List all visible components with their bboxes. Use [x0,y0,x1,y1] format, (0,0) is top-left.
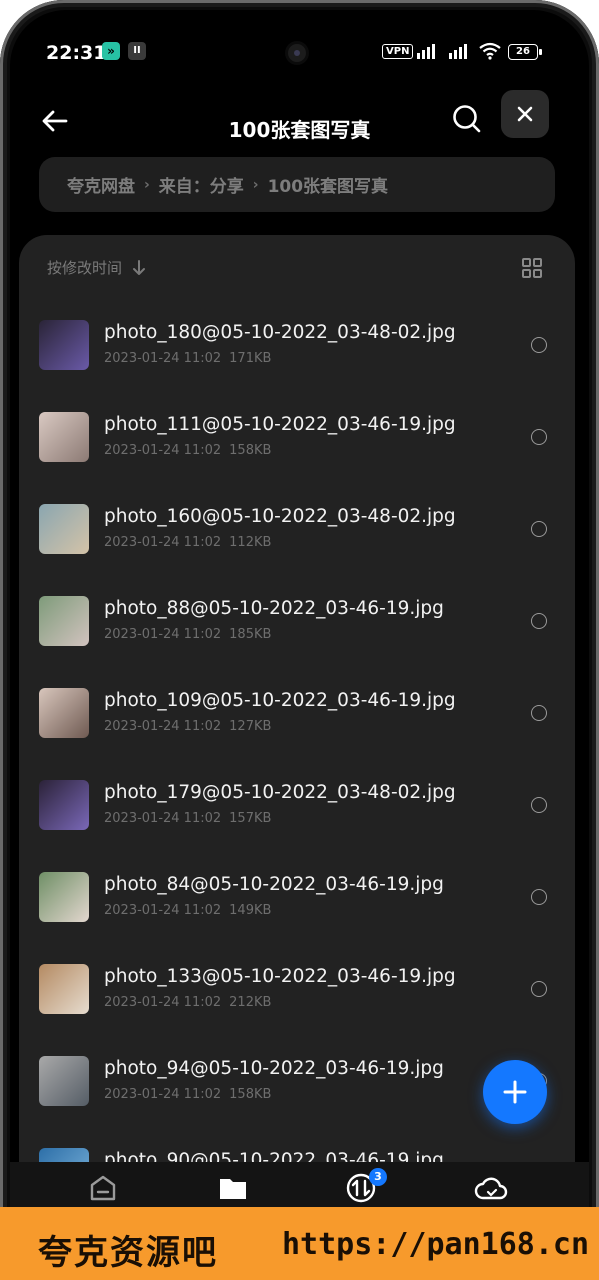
pause-notification-icon: II [128,42,146,60]
file-row[interactable]: photo_180@05-10-2022_03-48-02.jpg 2023-01… [19,297,575,389]
status-bar: 22:31 » II VPN 26 [10,10,589,90]
file-row[interactable]: photo_179@05-10-2022_03-48-02.jpg 2023-01… [19,757,575,849]
image-thumbnail [39,504,89,554]
image-thumbnail [39,780,89,830]
file-name: photo_84@05-10-2022_03-46-19.jpg [104,874,444,895]
select-radio[interactable] [531,705,547,721]
breadcrumb-item[interactable]: 100张套图写真 [268,172,389,197]
file-row[interactable]: photo_109@05-10-2022_03-46-19.jpg 2023-01… [19,665,575,757]
image-thumbnail [39,412,89,462]
file-date: 2023-01-24 11:02 [104,443,222,458]
close-icon [517,106,533,122]
select-radio[interactable] [531,613,547,629]
grid-view-icon[interactable] [521,257,543,279]
file-row[interactable]: photo_84@05-10-2022_03-46-19.jpg 2023-01-… [19,849,575,941]
breadcrumb-item[interactable]: 夸克网盘 [67,172,135,197]
add-button[interactable] [483,1060,547,1124]
file-size: 158KB [229,443,272,458]
close-button[interactable] [501,90,549,138]
screen: 22:31 » II VPN 26 100张套图写真 夸克网盘 › 来自：分享 … [10,10,589,1270]
file-size: 212KB [229,995,272,1010]
watermark-site-name: 夸克资源吧 [38,1233,218,1273]
file-date: 2023-01-24 11:02 [104,627,222,642]
file-name: photo_160@05-10-2022_03-48-02.jpg [104,506,456,527]
file-meta: 2023-01-24 11:02 158KB [104,443,279,458]
file-date: 2023-01-24 11:02 [104,1087,222,1102]
select-radio[interactable] [531,981,547,997]
file-row[interactable]: photo_111@05-10-2022_03-46-19.jpg 2023-01… [19,389,575,481]
file-row[interactable]: photo_88@05-10-2022_03-46-19.jpg 2023-01-… [19,573,575,665]
file-date: 2023-01-24 11:02 [104,719,222,734]
cloud-icon [474,1177,508,1200]
file-meta: 2023-01-24 11:02 171KB [104,351,279,366]
file-date: 2023-01-24 11:02 [104,351,222,366]
select-radio[interactable] [531,429,547,445]
file-name: photo_111@05-10-2022_03-46-19.jpg [104,414,456,435]
top-app-bar: 100张套图写真 [10,90,589,160]
file-date: 2023-01-24 11:02 [104,903,222,918]
breadcrumb: 夸克网盘 › 来自：分享 › 100张套图写真 [39,157,555,212]
signal-icon [417,44,435,59]
file-name: photo_109@05-10-2022_03-46-19.jpg [104,690,456,711]
chevron-right-icon: › [144,176,150,193]
image-thumbnail [39,320,89,370]
file-meta: 2023-01-24 11:02 157KB [104,811,279,826]
file-size: 112KB [229,535,272,550]
transfer-count-badge: 3 [369,1168,387,1186]
folder-icon [220,1179,246,1199]
file-name: photo_179@05-10-2022_03-48-02.jpg [104,782,456,803]
home-icon [90,1175,116,1201]
file-meta: 2023-01-24 11:02 149KB [104,903,279,918]
image-thumbnail [39,964,89,1014]
wifi-icon [479,42,501,60]
file-size: 157KB [229,811,272,826]
watermark-banner: 夸克资源吧 https://pan168.cn [0,1207,599,1280]
battery-icon: 26 [508,44,542,60]
status-time: 22:31 [46,42,107,64]
select-radio[interactable] [531,797,547,813]
select-radio[interactable] [531,337,547,353]
file-date: 2023-01-24 11:02 [104,995,222,1010]
phone-frame: 22:31 » II VPN 26 100张套图写真 夸克网盘 › 来自：分享 … [0,0,599,1280]
breadcrumb-item[interactable]: 来自：分享 [159,172,244,197]
file-meta: 2023-01-24 11:02 185KB [104,627,279,642]
file-meta: 2023-01-24 11:02 158KB [104,1087,279,1102]
arrow-down-icon [133,259,146,275]
file-row[interactable]: photo_133@05-10-2022_03-46-19.jpg 2023-01… [19,941,575,1033]
sort-button[interactable]: 按修改时间 [47,257,146,278]
watermark-url: https://pan168.cn [282,1227,590,1262]
signal-icon [449,44,467,59]
chevron-right-icon: › [252,176,259,193]
image-thumbnail [39,872,89,922]
sort-label: 按修改时间 [47,259,123,277]
file-size: 149KB [229,903,272,918]
app-notification-icon: » [102,42,120,60]
file-row[interactable]: photo_160@05-10-2022_03-48-02.jpg 2023-01… [19,481,575,573]
file-size: 171KB [229,351,272,366]
file-name: photo_180@05-10-2022_03-48-02.jpg [104,322,456,343]
file-meta: 2023-01-24 11:02 127KB [104,719,279,734]
file-meta: 2023-01-24 11:02 212KB [104,995,279,1010]
file-size: 185KB [229,627,272,642]
vpn-icon: VPN [382,44,414,59]
file-date: 2023-01-24 11:02 [104,535,222,550]
file-name: photo_88@05-10-2022_03-46-19.jpg [104,598,444,619]
file-size: 127KB [229,719,272,734]
search-icon[interactable] [450,102,484,136]
image-thumbnail [39,1056,89,1106]
file-date: 2023-01-24 11:02 [104,811,222,826]
plus-icon [503,1080,527,1104]
file-name: photo_133@05-10-2022_03-46-19.jpg [104,966,456,987]
select-radio[interactable] [531,521,547,537]
image-thumbnail [39,596,89,646]
image-thumbnail [39,688,89,738]
file-size: 158KB [229,1087,272,1102]
file-meta: 2023-01-24 11:02 112KB [104,535,279,550]
front-camera [288,44,306,62]
select-radio[interactable] [531,889,547,905]
file-name: photo_94@05-10-2022_03-46-19.jpg [104,1058,444,1079]
